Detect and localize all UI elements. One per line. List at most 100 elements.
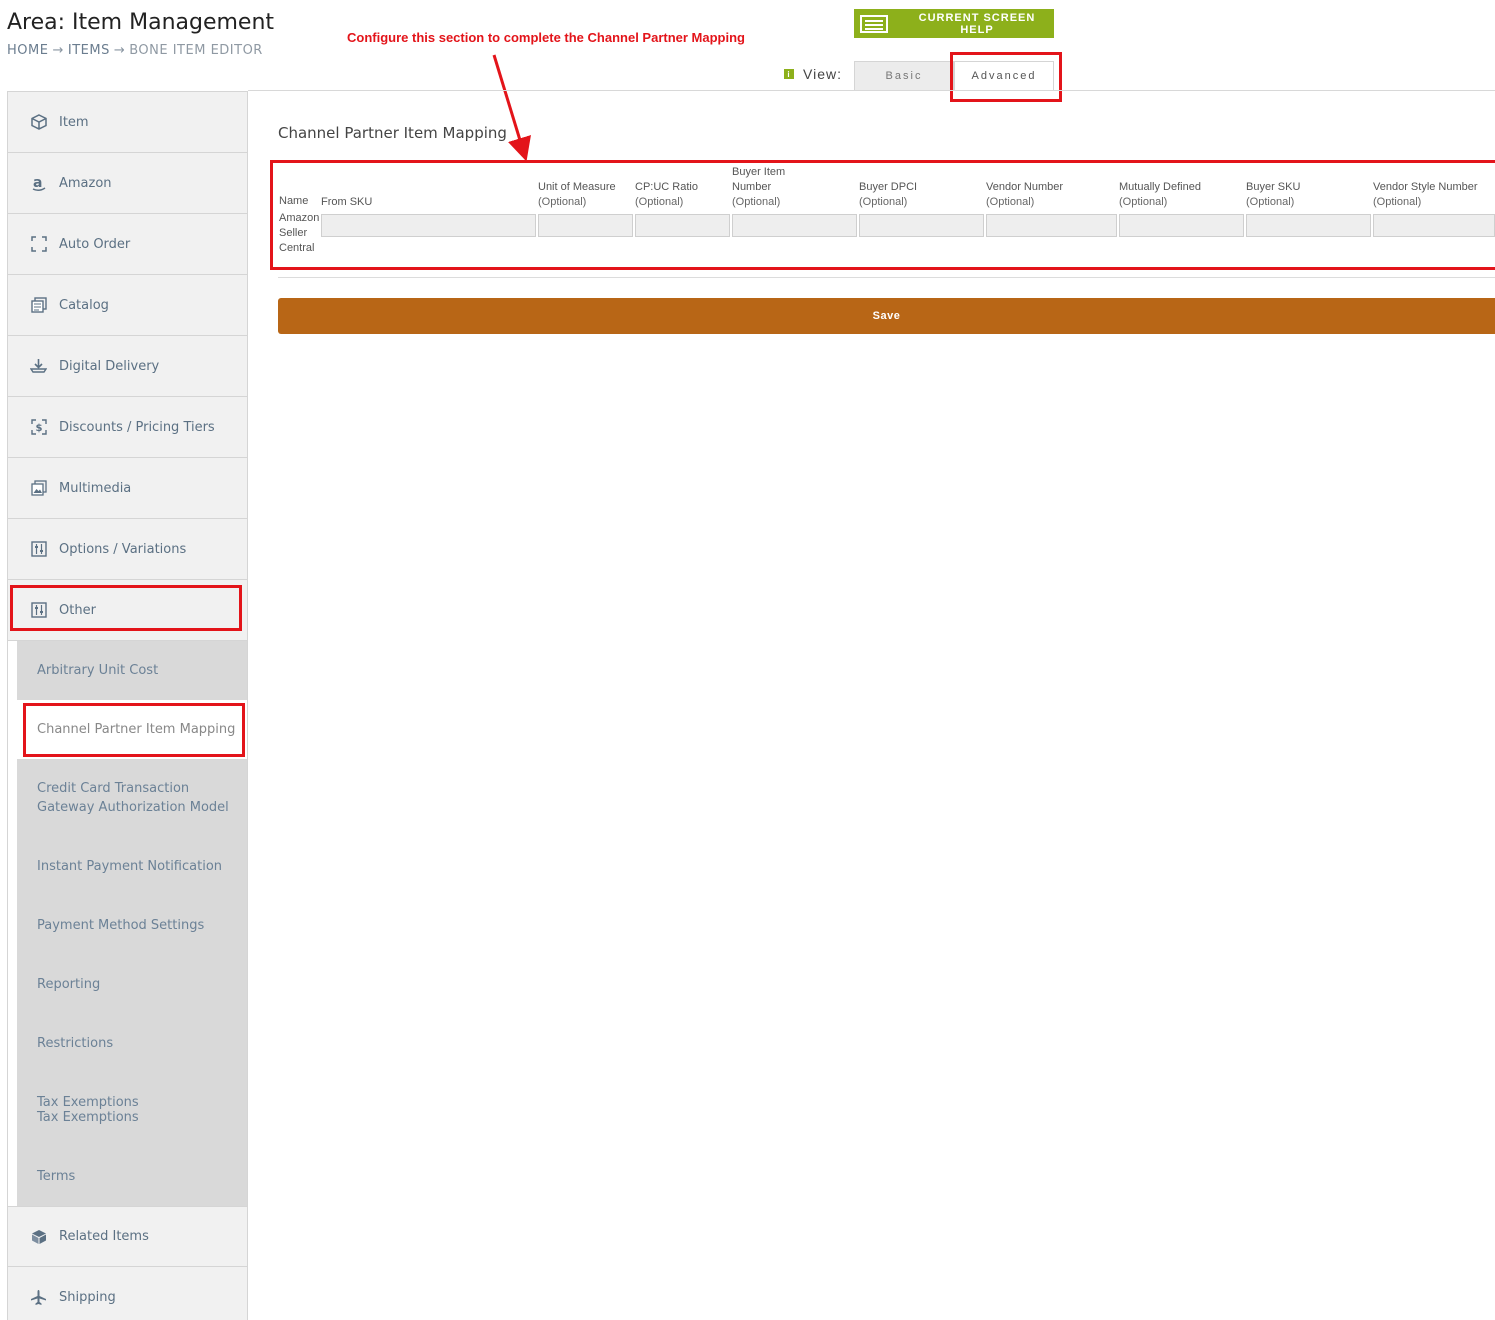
image-icon [30, 480, 47, 497]
section-title: Channel Partner Item Mapping [278, 124, 507, 142]
vendor-number-input[interactable] [986, 214, 1117, 237]
column-header-text: Number [732, 181, 772, 193]
help-screen-icon [860, 14, 888, 33]
submenu-item-label: Tax Exemptions [37, 1110, 139, 1125]
sliders-icon [30, 602, 47, 619]
submenu-item-tax-exemptions[interactable]: Tax Exemptions Tax Exemptions [17, 1073, 247, 1147]
buyer-item-number-input[interactable] [732, 214, 857, 237]
column-header-name: Name [279, 195, 309, 207]
column-header-text: Vendor Style Number [1373, 181, 1478, 193]
cube-icon [30, 1228, 47, 1245]
sidebar-item-related-items[interactable]: Related Items [8, 1206, 247, 1267]
info-icon: i [784, 69, 794, 79]
sidebar: Item a Amazon Auto Order Catalog Digital… [7, 91, 248, 1320]
submenu-item-payment-method-settings[interactable]: Payment Method Settings [17, 896, 247, 955]
current-screen-help-button[interactable]: CURRENT SCREEN HELP [854, 9, 1054, 38]
sidebar-item-shipping[interactable]: Shipping [8, 1267, 247, 1320]
sidebar-item-options-variations[interactable]: Options / Variations [8, 519, 247, 580]
sidebar-item-multimedia[interactable]: Multimedia [8, 458, 247, 519]
submenu-item-label: Restrictions [37, 1036, 114, 1051]
sidebar-item-other[interactable]: Other [8, 580, 247, 641]
column-header-optional: (Optional) [1246, 196, 1295, 208]
row-name-line: Seller [279, 227, 308, 239]
submenu-item-label: Reporting [37, 977, 101, 992]
submenu-item-reporting[interactable]: Reporting [17, 955, 247, 1014]
sidebar-item-label: Other [59, 602, 96, 618]
sidebar-item-label: Catalog [59, 297, 109, 313]
download-icon [30, 358, 47, 375]
sidebar-item-digital-delivery[interactable]: Digital Delivery [8, 336, 247, 397]
buyer-dpci-input[interactable] [859, 214, 984, 237]
submenu-item-arbitrary-unit-cost[interactable]: Arbitrary Unit Cost [17, 641, 247, 700]
view-label-text: View: [803, 66, 842, 82]
column-header-text: CP:UC Ratio [635, 181, 698, 193]
mutually-defined-input[interactable] [1119, 214, 1244, 237]
submenu-item-label: Terms [37, 1169, 76, 1184]
sidebar-item-label: Multimedia [59, 480, 132, 496]
annotation-arrow [492, 54, 531, 162]
help-button-label: CURRENT SCREEN HELP [918, 11, 1036, 36]
column-header-optional: (Optional) [1373, 196, 1422, 208]
plane-icon [30, 1289, 47, 1306]
column-header-optional: (Optional) [1119, 196, 1168, 208]
row-name-amazon-seller-central: Amazon Seller Central [279, 211, 321, 256]
submenu-item-channel-partner-item-mapping[interactable]: Channel Partner Item Mapping [17, 700, 247, 759]
breadcrumb-current: BONE ITEM EDITOR [129, 43, 263, 58]
cpuc-ratio-input[interactable] [635, 214, 730, 237]
row-name-line: Central [279, 242, 315, 254]
vendor-style-number-input[interactable] [1373, 214, 1495, 237]
sidebar-item-item[interactable]: Item [8, 92, 247, 153]
catalog-icon [30, 297, 47, 314]
column-header-optional: (Optional) [635, 196, 684, 208]
column-header-buyer-item-number: Buyer Item Number (Optional) [732, 165, 785, 210]
submenu-item-label: Channel Partner Item Mapping [37, 722, 236, 737]
amazon-icon: a [30, 175, 47, 192]
column-header-unit-of-measure: Unit of Measure (Optional) [538, 180, 616, 210]
section-divider [278, 277, 1495, 278]
column-header-text: Mutually Defined [1119, 181, 1201, 193]
column-header-optional: (Optional) [732, 196, 781, 208]
column-header-optional: (Optional) [538, 196, 587, 208]
column-header-text: Buyer Item [732, 166, 786, 178]
column-header-from-sku: From SKU [321, 195, 372, 210]
breadcrumb-separator: → [52, 43, 64, 58]
breadcrumb-items[interactable]: ITEMS [68, 43, 110, 58]
submenu-item-instant-payment-notification[interactable]: Instant Payment Notification [17, 837, 247, 896]
submenu-item-label: Tax Exemptions [37, 1095, 139, 1110]
submenu-item-credit-card-gateway[interactable]: Credit Card Transaction Gateway Authoriz… [17, 759, 247, 837]
sidebar-item-auto-order[interactable]: Auto Order [8, 214, 247, 275]
row-name-line: Amazon [279, 212, 320, 224]
sidebar-item-discounts[interactable]: $ Discounts / Pricing Tiers [8, 397, 247, 458]
sidebar-item-label: Auto Order [59, 236, 131, 252]
column-header-text: From SKU [321, 196, 373, 208]
submenu-item-label: Instant Payment Notification [37, 859, 223, 874]
svg-text:a: a [33, 175, 42, 191]
sidebar-item-label: Related Items [59, 1229, 149, 1244]
sidebar-item-amazon[interactable]: a Amazon [8, 153, 247, 214]
unit-of-measure-input[interactable] [538, 214, 633, 237]
column-header-buyer-sku: Buyer SKU (Optional) [1246, 180, 1300, 210]
column-header-mutually-defined: Mutually Defined (Optional) [1119, 180, 1201, 210]
sliders-icon [30, 541, 47, 558]
sidebar-item-label: Digital Delivery [59, 358, 160, 374]
view-tab-advanced[interactable]: Advanced [954, 61, 1054, 90]
column-header-text: Buyer SKU [1246, 181, 1301, 193]
submenu-item-label: Credit Card Transaction Gateway Authoriz… [37, 781, 229, 815]
buyer-sku-input[interactable] [1246, 214, 1371, 237]
sidebar-item-label: Amazon [59, 175, 112, 191]
submenu-item-restrictions[interactable]: Restrictions [17, 1014, 247, 1073]
sidebar-item-catalog[interactable]: Catalog [8, 275, 247, 336]
frame-icon [30, 236, 47, 253]
sidebar-item-label: Shipping [59, 1289, 116, 1305]
view-tab-basic[interactable]: Basic [854, 61, 954, 90]
svg-text:$: $ [35, 423, 42, 434]
save-button[interactable]: Save [278, 298, 1495, 334]
breadcrumb: HOME → ITEMS → BONE ITEM EDITOR [7, 43, 263, 58]
from-sku-input[interactable] [321, 214, 536, 237]
submenu-item-terms[interactable]: Terms [17, 1147, 247, 1206]
submenu-item-label: Arbitrary Unit Cost [37, 663, 159, 678]
other-submenu: Arbitrary Unit Cost Channel Partner Item… [17, 641, 247, 1206]
top-divider [248, 90, 1495, 91]
column-header-vendor-style-number: Vendor Style Number (Optional) [1373, 180, 1478, 210]
breadcrumb-home[interactable]: HOME [7, 43, 48, 58]
